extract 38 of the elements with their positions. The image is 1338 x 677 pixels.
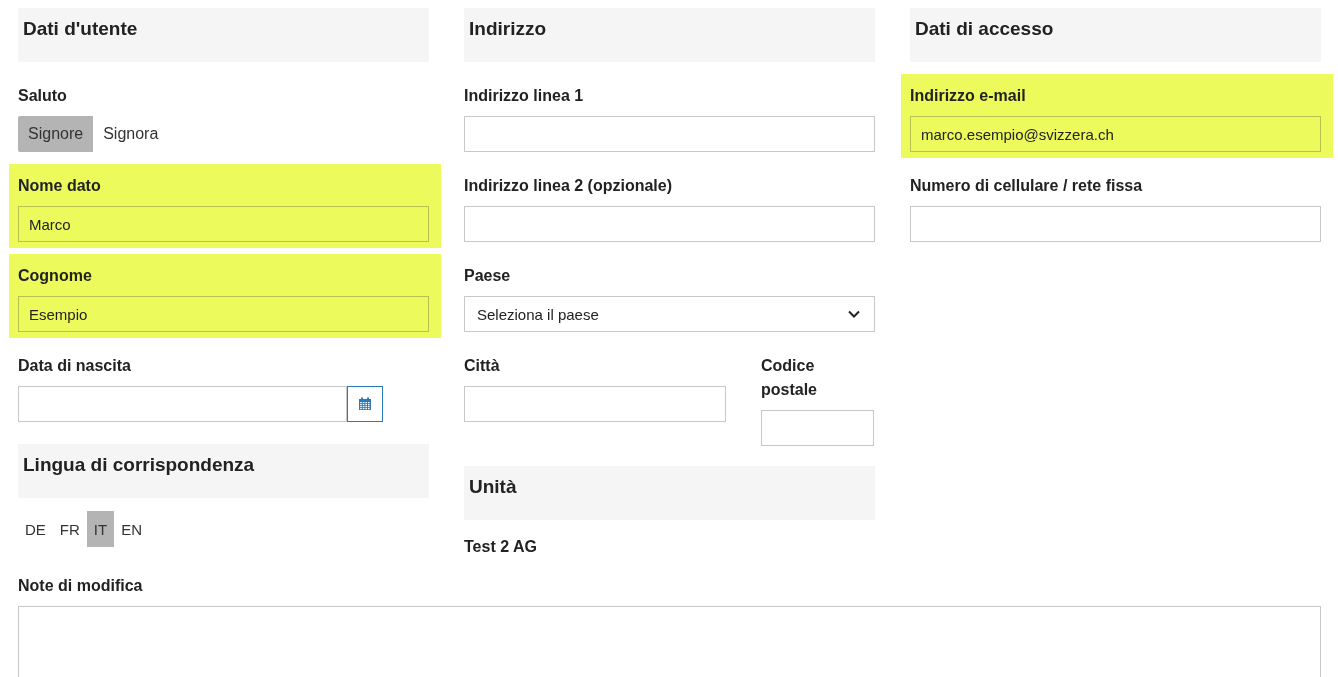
input-field[interactable] <box>464 116 875 152</box>
calendar-button[interactable] <box>347 386 383 422</box>
section-heading: Dati di accesso <box>910 8 1321 62</box>
section-heading: Unità <box>464 466 875 520</box>
chevron-down-icon <box>848 310 860 318</box>
section-heading: Lingua di corrispondenza <box>18 444 429 498</box>
field-label: Paese <box>464 266 512 286</box>
input-field[interactable]: Marco <box>18 206 429 242</box>
salutation-option[interactable]: Signora <box>93 116 169 152</box>
field-label: Indirizzo linea 1 <box>464 86 585 106</box>
language-option[interactable]: IT <box>86 511 115 547</box>
date-field[interactable] <box>18 386 347 422</box>
input-field[interactable] <box>464 206 875 242</box>
field-label: Nome dato <box>18 176 102 196</box>
section-heading: Indirizzo <box>464 8 875 62</box>
field-label: Indirizzo e-mail <box>910 86 1027 106</box>
field-label: Cognome <box>18 266 93 286</box>
unit-name: Test 2 AG <box>464 538 538 556</box>
field-label: Numero di cellulare / rete fissa <box>910 176 1144 196</box>
salutation-option[interactable]: Signore <box>18 116 94 152</box>
field-label: Indirizzo linea 2 (opzionale) <box>464 176 673 196</box>
input-field[interactable] <box>910 206 1321 242</box>
language-option[interactable]: DE <box>18 511 53 547</box>
calendar-icon <box>358 397 372 411</box>
language-option[interactable]: FR <box>52 511 87 547</box>
input-field[interactable]: marco.esempio@svizzera.ch <box>910 116 1321 152</box>
section-heading: Dati d'utente <box>18 8 429 62</box>
language-option[interactable]: EN <box>114 511 150 547</box>
field-label: Data di nascita <box>18 356 132 376</box>
field-label: Codice postale <box>761 356 818 400</box>
country-dropdown[interactable]: Seleziona il paese <box>464 296 875 332</box>
notes-textarea[interactable] <box>18 606 1321 677</box>
field-label: Note di modifica <box>18 576 144 596</box>
field-label: Saluto <box>18 86 68 106</box>
input-field[interactable] <box>761 410 874 446</box>
input-field[interactable] <box>464 386 726 422</box>
input-field[interactable]: Esempio <box>18 296 429 332</box>
field-label: Città <box>464 356 501 376</box>
